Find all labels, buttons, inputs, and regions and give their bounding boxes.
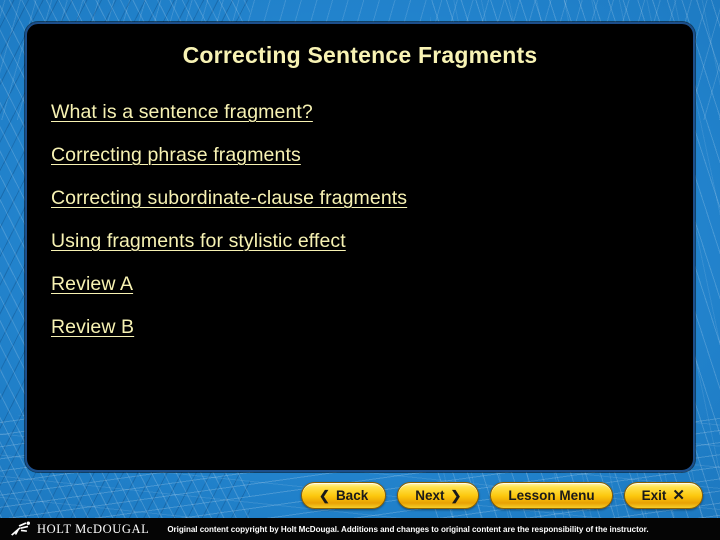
topic-link-using-fragments-for-stylistic-effect[interactable]: Using fragments for stylistic effect (51, 230, 346, 252)
close-icon: ✕ (672, 486, 685, 504)
list-item: Using fragments for stylistic effect (51, 230, 693, 253)
next-button[interactable]: Next ❯ (397, 481, 480, 509)
exit-button-label: Exit (641, 487, 667, 503)
next-button-label: Next (415, 487, 445, 503)
page-title: Correcting Sentence Fragments (182, 42, 538, 68)
chevron-left-icon: ❮ (319, 487, 330, 503)
topic-link-review-a[interactable]: Review A (51, 273, 133, 295)
back-button[interactable]: ❮ Back (301, 481, 387, 509)
topic-link-correcting-phrase-fragments[interactable]: Correcting phrase fragments (51, 144, 301, 166)
list-item: Review B (51, 316, 693, 339)
topic-link-review-b[interactable]: Review B (51, 316, 134, 338)
back-button-label: Back (335, 487, 369, 503)
slide-canvas: Correcting Sentence Fragments What is a … (0, 0, 720, 540)
navigation-bar: ❮ Back Next ❯ Lesson Menu Exit ✕ (0, 479, 720, 511)
list-item: Review A (51, 273, 693, 296)
topic-link-list: What is a sentence fragment? Correcting … (51, 101, 693, 339)
brand-name: HOLT McDOUGAL (37, 521, 150, 536)
content-panel: Correcting Sentence Fragments What is a … (25, 22, 695, 472)
exit-button[interactable]: Exit ✕ (623, 481, 703, 509)
lesson-menu-button[interactable]: Lesson Menu (490, 481, 613, 509)
list-item: Correcting phrase fragments (51, 144, 693, 167)
footer-bar: HOLT McDOUGAL Original content copyright… (0, 518, 720, 540)
list-item: Correcting subordinate-clause fragments (51, 187, 693, 210)
copyright-notice: Original content copyright by Holt McDou… (167, 524, 649, 534)
topic-link-what-is-a-sentence-fragment[interactable]: What is a sentence fragment? (51, 101, 313, 123)
lesson-menu-button-label: Lesson Menu (508, 487, 595, 503)
chevron-right-icon: ❯ (450, 487, 462, 503)
holt-mcdougal-runner-logo-icon (11, 521, 30, 536)
topic-link-correcting-subordinate-clause-fragments[interactable]: Correcting subordinate-clause fragments (51, 187, 407, 209)
list-item: What is a sentence fragment? (51, 101, 693, 124)
brand-logo: HOLT McDOUGAL (8, 521, 149, 537)
